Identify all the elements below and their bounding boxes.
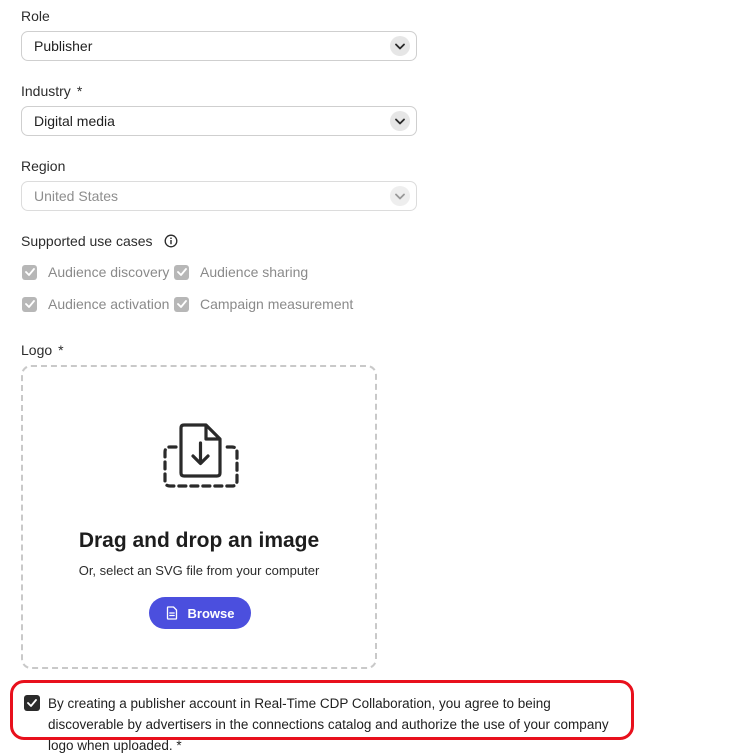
industry-select[interactable]: Digital media <box>21 106 417 136</box>
required-marker: * <box>76 83 83 99</box>
file-upload-icon <box>163 423 239 488</box>
use-case-audience-activation: Audience activation <box>22 296 169 312</box>
role-label: Role <box>21 8 50 24</box>
checkmark-icon <box>27 699 37 707</box>
use-case-campaign-measurement: Campaign measurement <box>174 296 353 312</box>
consent-text: By creating a publisher account in Real-… <box>48 696 609 753</box>
file-icon <box>166 606 177 620</box>
chevron-down-icon <box>390 186 410 206</box>
info-icon[interactable] <box>164 234 178 251</box>
chevron-down-icon[interactable] <box>390 111 410 131</box>
chevron-down-icon[interactable] <box>390 36 410 56</box>
use-case-audience-discovery: Audience discovery <box>22 264 169 280</box>
checkbox-label: Audience sharing <box>200 264 309 280</box>
checkbox-label: Audience discovery <box>48 264 170 280</box>
logo-label: Logo * <box>21 342 64 358</box>
checkbox-checked-icon <box>174 296 189 312</box>
use-cases-label: Supported use cases <box>21 233 178 251</box>
role-select-value: Publisher <box>34 38 93 54</box>
checkbox-label: Audience activation <box>48 296 170 312</box>
checkbox-label: Campaign measurement <box>200 296 354 312</box>
checkbox-checked-icon <box>22 296 37 312</box>
logo-dropzone[interactable]: Drag and drop an image Or, select an SVG… <box>21 365 377 669</box>
dropzone-title: Drag and drop an image <box>78 529 320 552</box>
browse-button[interactable]: Browse <box>149 597 251 629</box>
required-marker: * <box>58 342 64 358</box>
use-case-audience-sharing: Audience sharing <box>174 264 308 280</box>
consent-highlight: By creating a publisher account in Real-… <box>10 680 634 753</box>
role-select[interactable]: Publisher <box>21 31 417 61</box>
industry-label: Industry * <box>21 83 83 99</box>
checkbox-checked-icon <box>174 264 189 280</box>
dropzone-subtitle: Or, select an SVG file from your compute… <box>78 563 320 578</box>
region-select-value: United States <box>34 188 119 204</box>
consent-checkbox[interactable] <box>24 695 40 711</box>
checkbox-checked-icon <box>22 264 37 280</box>
region-label: Region <box>21 158 66 174</box>
browse-button-label: Browse <box>187 605 235 621</box>
region-select: United States <box>21 181 417 211</box>
industry-select-value: Digital media <box>34 113 115 129</box>
